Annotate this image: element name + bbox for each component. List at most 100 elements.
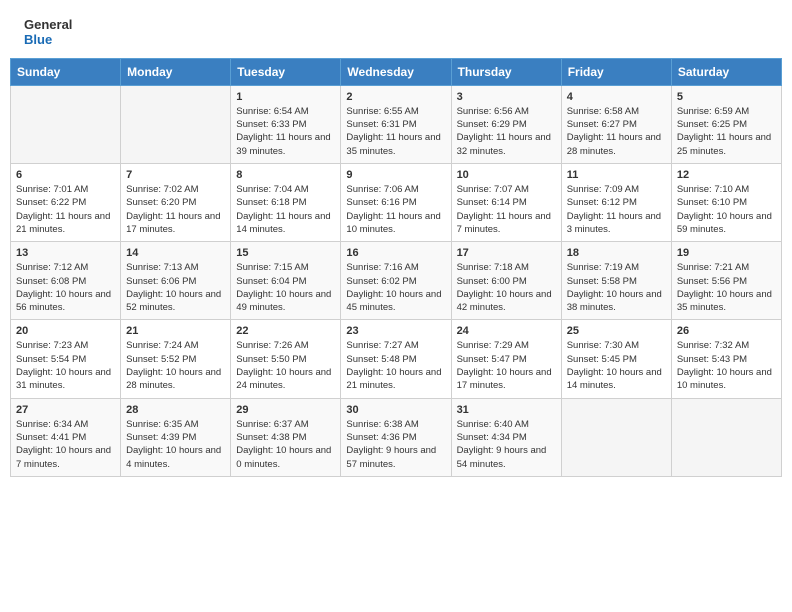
- calendar-cell: 12 Sunrise: 7:10 AMSunset: 6:10 PMDayligh…: [671, 164, 781, 242]
- calendar-cell: 29Sunrise: 6:37 AMSunset: 4:38 PMDayligh…: [231, 398, 341, 476]
- day-info: Sunrise: 6:34 AMSunset: 4:41 PMDaylight:…: [16, 418, 115, 471]
- day-info: Sunrise: 6:56 AMSunset: 6:29 PMDaylight:…: [457, 105, 556, 158]
- calendar-cell: [671, 398, 781, 476]
- day-info: Sunrise: 7:21 AMSunset: 5:56 PMDaylight:…: [677, 261, 776, 314]
- day-number: 1: [236, 91, 335, 103]
- day-number: 2: [346, 91, 445, 103]
- day-number: 4: [567, 91, 666, 103]
- day-info: Sunrise: 7:13 AMSunset: 6:06 PMDaylight:…: [126, 261, 225, 314]
- day-info: Sunrise: 6:35 AMSunset: 4:39 PMDaylight:…: [126, 418, 225, 471]
- calendar-cell: 23 Sunrise: 7:27 AMSunset: 5:48 PMDayligh…: [341, 320, 451, 398]
- calendar-cell: 25 Sunrise: 7:30 AMSunset: 5:45 PMDayligh…: [561, 320, 671, 398]
- day-info: Sunrise: 7:18 AMSunset: 6:00 PMDaylight:…: [457, 261, 556, 314]
- calendar-cell: 22 Sunrise: 7:26 AMSunset: 5:50 PMDayligh…: [231, 320, 341, 398]
- day-number: 13: [16, 247, 115, 259]
- calendar-cell: 17Sunrise: 7:18 AMSunset: 6:00 PMDayligh…: [451, 242, 561, 320]
- weekday-row: SundayMondayTuesdayWednesdayThursdayFrid…: [11, 58, 782, 85]
- day-number: 9: [346, 169, 445, 181]
- weekday-header: Sunday: [11, 58, 121, 85]
- day-number: 23: [346, 325, 445, 337]
- day-info: Sunrise: 7:09 AMSunset: 6:12 PMDaylight:…: [567, 183, 666, 236]
- calendar-cell: 21 Sunrise: 7:24 AMSunset: 5:52 PMDayligh…: [121, 320, 231, 398]
- weekday-header: Thursday: [451, 58, 561, 85]
- day-info: Sunrise: 7:02 AMSunset: 6:20 PMDaylight:…: [126, 183, 225, 236]
- day-number: 30: [346, 404, 445, 416]
- calendar-cell: 18 Sunrise: 7:19 AMSunset: 5:58 PMDayligh…: [561, 242, 671, 320]
- calendar-cell: 10 Sunrise: 7:07 AMSunset: 6:14 PMDayligh…: [451, 164, 561, 242]
- calendar-cell: 19 Sunrise: 7:21 AMSunset: 5:56 PMDayligh…: [671, 242, 781, 320]
- day-number: 21: [126, 325, 225, 337]
- day-number: 12: [677, 169, 776, 181]
- day-number: 10: [457, 169, 556, 181]
- day-number: 6: [16, 169, 115, 181]
- day-number: 27: [16, 404, 115, 416]
- day-number: 18: [567, 247, 666, 259]
- day-info: Sunrise: 7:07 AMSunset: 6:14 PMDaylight:…: [457, 183, 556, 236]
- calendar-cell: 16 Sunrise: 7:16 AMSunset: 6:02 PMDayligh…: [341, 242, 451, 320]
- calendar-cell: 2 Sunrise: 6:55 AMSunset: 6:31 PMDaylight…: [341, 85, 451, 163]
- calendar-cell: 15 Sunrise: 7:15 AMSunset: 6:04 PMDayligh…: [231, 242, 341, 320]
- day-info: Sunrise: 7:10 AMSunset: 6:10 PMDaylight:…: [677, 183, 776, 236]
- calendar-body: 1 Sunrise: 6:54 AMSunset: 6:33 PMDaylight…: [11, 85, 782, 476]
- calendar-cell: 5Sunrise: 6:59 AMSunset: 6:25 PMDaylight…: [671, 85, 781, 163]
- day-number: 16: [346, 247, 445, 259]
- day-number: 22: [236, 325, 335, 337]
- calendar-cell: 3 Sunrise: 6:56 AMSunset: 6:29 PMDaylight…: [451, 85, 561, 163]
- weekday-header: Tuesday: [231, 58, 341, 85]
- day-number: 14: [126, 247, 225, 259]
- calendar-cell: [561, 398, 671, 476]
- day-info: Sunrise: 6:55 AMSunset: 6:31 PMDaylight:…: [346, 105, 445, 158]
- calendar-week-row: 13 Sunrise: 7:12 AMSunset: 6:08 PMDayligh…: [11, 242, 782, 320]
- weekday-header: Wednesday: [341, 58, 451, 85]
- calendar-cell: 30 Sunrise: 6:38 AMSunset: 4:36 PMDayligh…: [341, 398, 451, 476]
- calendar-cell: 14 Sunrise: 7:13 AMSunset: 6:06 PMDayligh…: [121, 242, 231, 320]
- logo-container: General Blue: [24, 18, 72, 48]
- logo-blue: Blue: [24, 33, 72, 48]
- day-info: Sunrise: 7:15 AMSunset: 6:04 PMDaylight:…: [236, 261, 335, 314]
- calendar-cell: 27 Sunrise: 6:34 AMSunset: 4:41 PMDayligh…: [11, 398, 121, 476]
- day-info: Sunrise: 7:23 AMSunset: 5:54 PMDaylight:…: [16, 339, 115, 392]
- day-number: 3: [457, 91, 556, 103]
- day-info: Sunrise: 7:16 AMSunset: 6:02 PMDaylight:…: [346, 261, 445, 314]
- calendar-week-row: 27 Sunrise: 6:34 AMSunset: 4:41 PMDayligh…: [11, 398, 782, 476]
- day-number: 19: [677, 247, 776, 259]
- calendar-cell: 1 Sunrise: 6:54 AMSunset: 6:33 PMDaylight…: [231, 85, 341, 163]
- day-info: Sunrise: 6:38 AMSunset: 4:36 PMDaylight:…: [346, 418, 445, 471]
- day-info: Sunrise: 7:12 AMSunset: 6:08 PMDaylight:…: [16, 261, 115, 314]
- calendar-cell: 24Sunrise: 7:29 AMSunset: 5:47 PMDayligh…: [451, 320, 561, 398]
- day-info: Sunrise: 6:54 AMSunset: 6:33 PMDaylight:…: [236, 105, 335, 158]
- day-info: Sunrise: 7:30 AMSunset: 5:45 PMDaylight:…: [567, 339, 666, 392]
- calendar-cell: 8Sunrise: 7:04 AMSunset: 6:18 PMDaylight…: [231, 164, 341, 242]
- day-info: Sunrise: 7:29 AMSunset: 5:47 PMDaylight:…: [457, 339, 556, 392]
- day-info: Sunrise: 7:26 AMSunset: 5:50 PMDaylight:…: [236, 339, 335, 392]
- day-info: Sunrise: 7:27 AMSunset: 5:48 PMDaylight:…: [346, 339, 445, 392]
- day-number: 31: [457, 404, 556, 416]
- calendar-header: SundayMondayTuesdayWednesdayThursdayFrid…: [11, 58, 782, 85]
- day-info: Sunrise: 6:58 AMSunset: 6:27 PMDaylight:…: [567, 105, 666, 158]
- day-info: Sunrise: 6:59 AMSunset: 6:25 PMDaylight:…: [677, 105, 776, 158]
- page-header: General Blue: [0, 0, 792, 58]
- day-number: 11: [567, 169, 666, 181]
- day-number: 15: [236, 247, 335, 259]
- calendar-cell: 4 Sunrise: 6:58 AMSunset: 6:27 PMDaylight…: [561, 85, 671, 163]
- day-info: Sunrise: 7:01 AMSunset: 6:22 PMDaylight:…: [16, 183, 115, 236]
- day-info: Sunrise: 7:32 AMSunset: 5:43 PMDaylight:…: [677, 339, 776, 392]
- weekday-header: Friday: [561, 58, 671, 85]
- day-info: Sunrise: 6:37 AMSunset: 4:38 PMDaylight:…: [236, 418, 335, 471]
- logo: General Blue: [24, 18, 72, 48]
- day-info: Sunrise: 7:24 AMSunset: 5:52 PMDaylight:…: [126, 339, 225, 392]
- day-info: Sunrise: 7:06 AMSunset: 6:16 PMDaylight:…: [346, 183, 445, 236]
- day-info: Sunrise: 7:19 AMSunset: 5:58 PMDaylight:…: [567, 261, 666, 314]
- calendar-cell: 31Sunrise: 6:40 AMSunset: 4:34 PMDayligh…: [451, 398, 561, 476]
- day-number: 8: [236, 169, 335, 181]
- calendar-cell: 26 Sunrise: 7:32 AMSunset: 5:43 PMDayligh…: [671, 320, 781, 398]
- calendar-cell: 11 Sunrise: 7:09 AMSunset: 6:12 PMDayligh…: [561, 164, 671, 242]
- day-number: 26: [677, 325, 776, 337]
- calendar-cell: [121, 85, 231, 163]
- calendar-cell: 20Sunrise: 7:23 AMSunset: 5:54 PMDayligh…: [11, 320, 121, 398]
- weekday-header: Monday: [121, 58, 231, 85]
- calendar-wrap: SundayMondayTuesdayWednesdayThursdayFrid…: [0, 58, 792, 487]
- day-number: 7: [126, 169, 225, 181]
- day-number: 28: [126, 404, 225, 416]
- day-number: 25: [567, 325, 666, 337]
